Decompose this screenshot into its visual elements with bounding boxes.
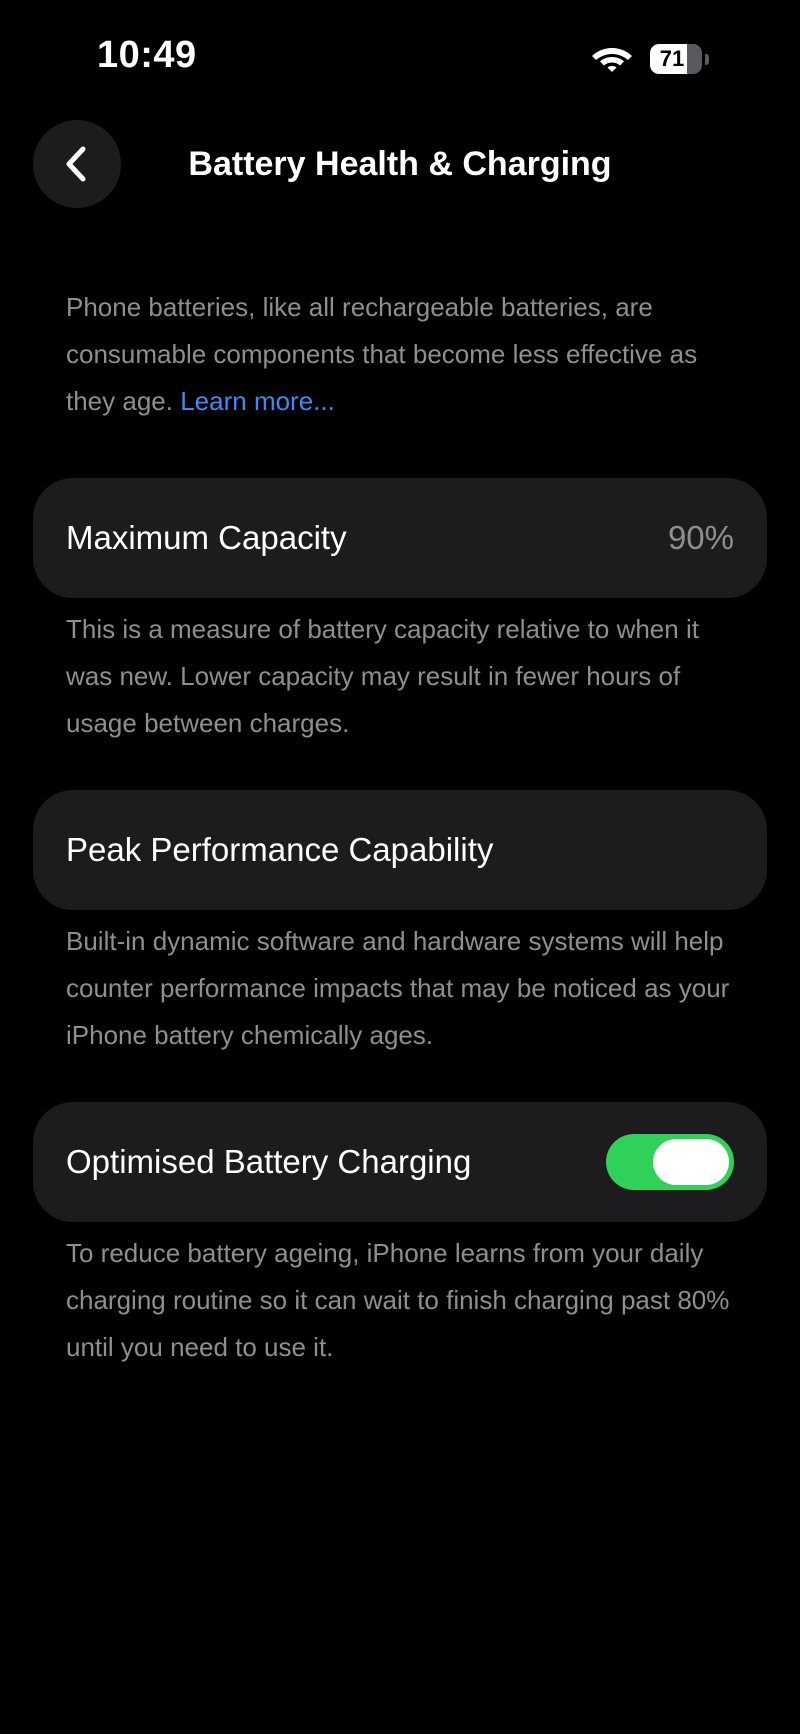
page-title: Battery Health & Charging [188,145,612,183]
optimised-charging-toggle[interactable] [606,1134,734,1190]
optimised-charging-description: To reduce battery ageing, iPhone learns … [66,1238,730,1362]
battery-cap [705,54,709,65]
optimised-charging-row: Optimised Battery Charging [33,1102,767,1222]
peak-performance-row[interactable]: Peak Performance Capability [33,790,767,910]
maximum-capacity-label: Maximum Capacity [66,519,347,556]
battery-health-screen: 10:49 71 Battery Health & Charging Phone… [0,0,800,1734]
intro-text: Phone batteries, like all rechargeable b… [66,284,746,425]
peak-performance-description: Built-in dynamic software and hardware s… [66,926,730,1050]
toggle-knob [653,1139,729,1185]
status-bar: 10:49 71 [0,0,800,110]
battery-icon: 71 [650,44,710,74]
intro-description: Phone batteries, like all rechargeable b… [66,292,698,416]
peak-performance-label: Peak Performance Capability [66,831,494,868]
battery-level-text: 71 [659,46,685,71]
status-time: 10:49 [97,34,197,76]
maximum-capacity-value: 90% [667,519,734,556]
maximum-capacity-description: This is a measure of battery capacity re… [66,614,699,738]
optimised-charging-label: Optimised Battery Charging [66,1143,472,1180]
wifi-icon [592,48,632,72]
learn-more-link[interactable]: Learn more... [180,386,335,416]
maximum-capacity-row: Maximum Capacity 90% [33,478,767,598]
battery-body: 71 [650,44,702,74]
